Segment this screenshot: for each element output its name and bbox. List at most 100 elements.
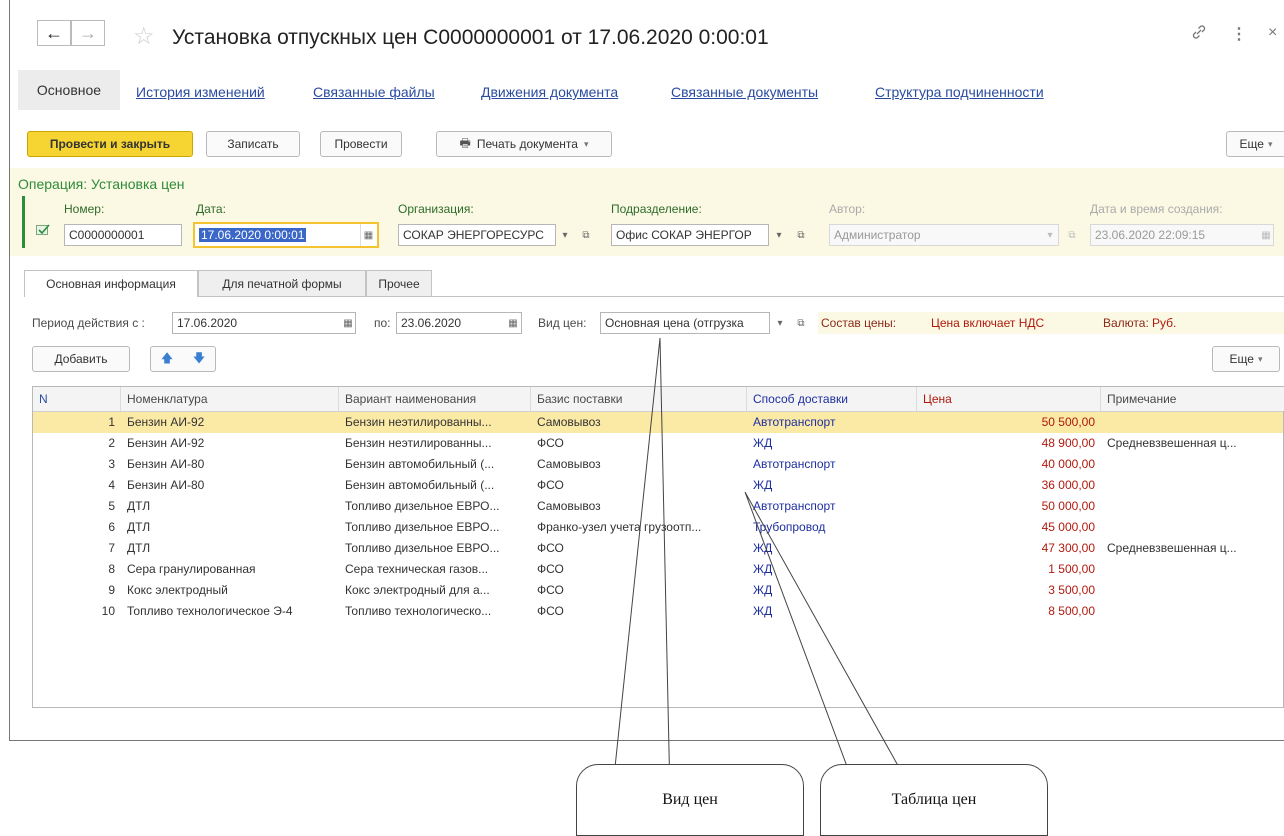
column-header-variant[interactable]: Вариант наименования	[339, 387, 531, 411]
basis-cell: ФСО	[537, 436, 564, 450]
tab-main[interactable]: Основное	[18, 70, 120, 110]
note-cell	[1101, 559, 1284, 580]
column-header-delivery[interactable]: Способ доставки	[747, 387, 917, 411]
back-button[interactable]: ←	[37, 20, 71, 46]
row-number: 4	[108, 478, 115, 492]
delivery-cell: ЖД	[753, 583, 773, 597]
table-row[interactable]: 7 ДТЛ Топливо дизельное ЕВРО... ФСО ЖД 47 300…	[33, 538, 1283, 559]
table-row[interactable]: 5 ДТЛ Топливо дизельное ЕВРО... Самовывоз Ав…	[33, 496, 1283, 517]
arrow-left-icon: ←	[45, 22, 63, 43]
table-row[interactable]: 9 Кокс электродный Кокс электродный для а.…	[33, 580, 1283, 601]
column-header-basis[interactable]: Базис поставки	[531, 387, 747, 411]
move-buttons: 🡅 🡇	[150, 346, 216, 372]
open-icon[interactable]: ⧉	[793, 312, 809, 334]
price-table[interactable]: N Номенклатура Вариант наименования Бази…	[32, 386, 1284, 708]
variant-cell: Бензин неэтилированны...	[345, 415, 492, 429]
variant-cell: Бензин автомобильный (...	[345, 478, 495, 492]
printer-icon: 🖶	[459, 135, 471, 150]
table-more-button[interactable]: Еще ▾	[1212, 346, 1280, 372]
org-label: Организация:	[398, 202, 474, 216]
table-row[interactable]: 10 Топливо технологическое Э-4 Топливо тех…	[33, 601, 1283, 622]
column-header-price[interactable]: Цена	[917, 387, 1101, 411]
tab-files[interactable]: Связанные файлы	[313, 84, 435, 100]
tab-movements[interactable]: Движения документа	[481, 84, 618, 100]
open-icon[interactable]: ⧉	[578, 224, 594, 246]
note-cell: Средневзвешенная ц...	[1107, 436, 1237, 450]
calendar-icon[interactable]: ▦	[505, 312, 521, 334]
delivery-cell: ЖД	[753, 562, 773, 576]
variant-cell: Топливо дизельное ЕВРО...	[345, 520, 500, 534]
price-type-field[interactable]: Основная цена (отгрузка	[600, 312, 770, 334]
tab-related-docs[interactable]: Связанные документы	[671, 84, 818, 100]
post-button[interactable]: Провести	[320, 131, 402, 157]
table-row[interactable]: 4 Бензин АИ-80 Бензин автомобильный (... ФС…	[33, 475, 1283, 496]
open-icon[interactable]: ⧉	[793, 224, 809, 246]
more-button-label: Еще	[1239, 137, 1264, 151]
calendar-icon[interactable]: ▦	[340, 312, 356, 334]
currency-label: Валюта:	[1103, 316, 1149, 330]
subtab-print-form[interactable]: Для печатной формы	[198, 270, 366, 296]
add-button[interactable]: Добавить	[32, 346, 130, 372]
number-field[interactable]: С0000000001	[64, 224, 182, 246]
posted-status-icon	[36, 224, 50, 239]
chevron-down-icon[interactable]: ▾	[557, 224, 573, 246]
period-from-field[interactable]: 17.06.2020	[172, 312, 356, 334]
more-button[interactable]: Еще ▾	[1226, 131, 1284, 157]
date-field[interactable]: 17.06.2020 0:00:01	[193, 222, 379, 248]
basis-cell: ФСО	[537, 583, 564, 597]
period-label: Период действия с :	[32, 316, 145, 330]
row-number: 5	[108, 499, 115, 513]
row-number: 6	[108, 520, 115, 534]
column-header-n[interactable]: N	[33, 387, 121, 411]
table-row[interactable]: 8 Сера гранулированная Сера техническая га…	[33, 559, 1283, 580]
close-icon[interactable]: ×	[1268, 24, 1277, 42]
print-button-label: Печать документа	[476, 137, 578, 151]
operation-title: Операция: Установка цен	[18, 176, 185, 192]
basis-cell: Самовывоз	[537, 499, 601, 513]
note-cell	[1101, 454, 1284, 475]
currency-value[interactable]: Руб.	[1152, 316, 1176, 330]
tab-history[interactable]: История изменений	[136, 84, 265, 100]
arrow-down-icon[interactable]: 🡇	[193, 349, 205, 370]
basis-cell: ФСО	[537, 604, 564, 618]
delivery-cell: Автотранспорт	[753, 499, 836, 513]
variant-cell: Топливо дизельное ЕВРО...	[345, 499, 500, 513]
calendar-icon[interactable]: ▦	[360, 224, 376, 246]
author-field: Администратор	[829, 224, 1059, 246]
subtab-main-info[interactable]: Основная информация	[24, 270, 198, 297]
table-row[interactable]: 1 Бензин АИ-92 Бензин неэтилированны... Сам…	[33, 412, 1283, 433]
variant-cell: Топливо дизельное ЕВРО...	[345, 541, 500, 555]
tab-hierarchy[interactable]: Структура подчиненности	[875, 84, 1044, 100]
composition-value[interactable]: Цена включает НДС	[931, 316, 1044, 330]
org-field[interactable]: СОКАР ЭНЕРГОРЕСУРС	[398, 224, 556, 246]
period-to-field[interactable]: 23.06.2020	[396, 312, 522, 334]
table-row[interactable]: 2 Бензин АИ-92 Бензин неэтилированны... ФСО…	[33, 433, 1283, 454]
save-button[interactable]: Записать	[206, 131, 300, 157]
subtab-other[interactable]: Прочее	[366, 270, 432, 296]
post-and-close-button[interactable]: Провести и закрыть	[27, 131, 193, 157]
note-cell	[1101, 580, 1284, 601]
column-header-nomenclature[interactable]: Номенклатура	[121, 387, 339, 411]
favorite-star-icon[interactable]: ☆	[133, 22, 155, 51]
column-header-note[interactable]: Примечание	[1101, 387, 1284, 411]
basis-cell: ФСО	[537, 478, 564, 492]
dept-field[interactable]: Офис СОКАР ЭНЕРГОР	[611, 224, 769, 246]
arrow-up-icon[interactable]: 🡅	[161, 349, 173, 370]
basis-cell: ФСО	[537, 541, 564, 555]
price-cell: 1 500,00	[1048, 562, 1095, 576]
note-cell	[1101, 601, 1284, 622]
price-cell: 48 900,00	[1041, 436, 1095, 450]
link-icon[interactable]	[1191, 24, 1207, 45]
note-cell	[1101, 475, 1284, 496]
more-vertical-icon[interactable]: ⋮	[1231, 24, 1247, 44]
table-row[interactable]: 6 ДТЛ Топливо дизельное ЕВРО... Франко-узел…	[33, 517, 1283, 538]
date-label: Дата:	[196, 202, 226, 216]
delivery-cell: ЖД	[753, 436, 773, 450]
chevron-down-icon[interactable]: ▾	[772, 312, 788, 334]
chevron-down-icon[interactable]: ▾	[771, 224, 787, 246]
note-cell: Средневзвешенная ц...	[1107, 541, 1237, 555]
table-row[interactable]: 3 Бензин АИ-80 Бензин автомобильный (... Са…	[33, 454, 1283, 475]
print-button[interactable]: 🖶 Печать документа ▾	[436, 131, 612, 157]
forward-button[interactable]: →	[71, 20, 105, 46]
to-label: по:	[374, 316, 391, 330]
